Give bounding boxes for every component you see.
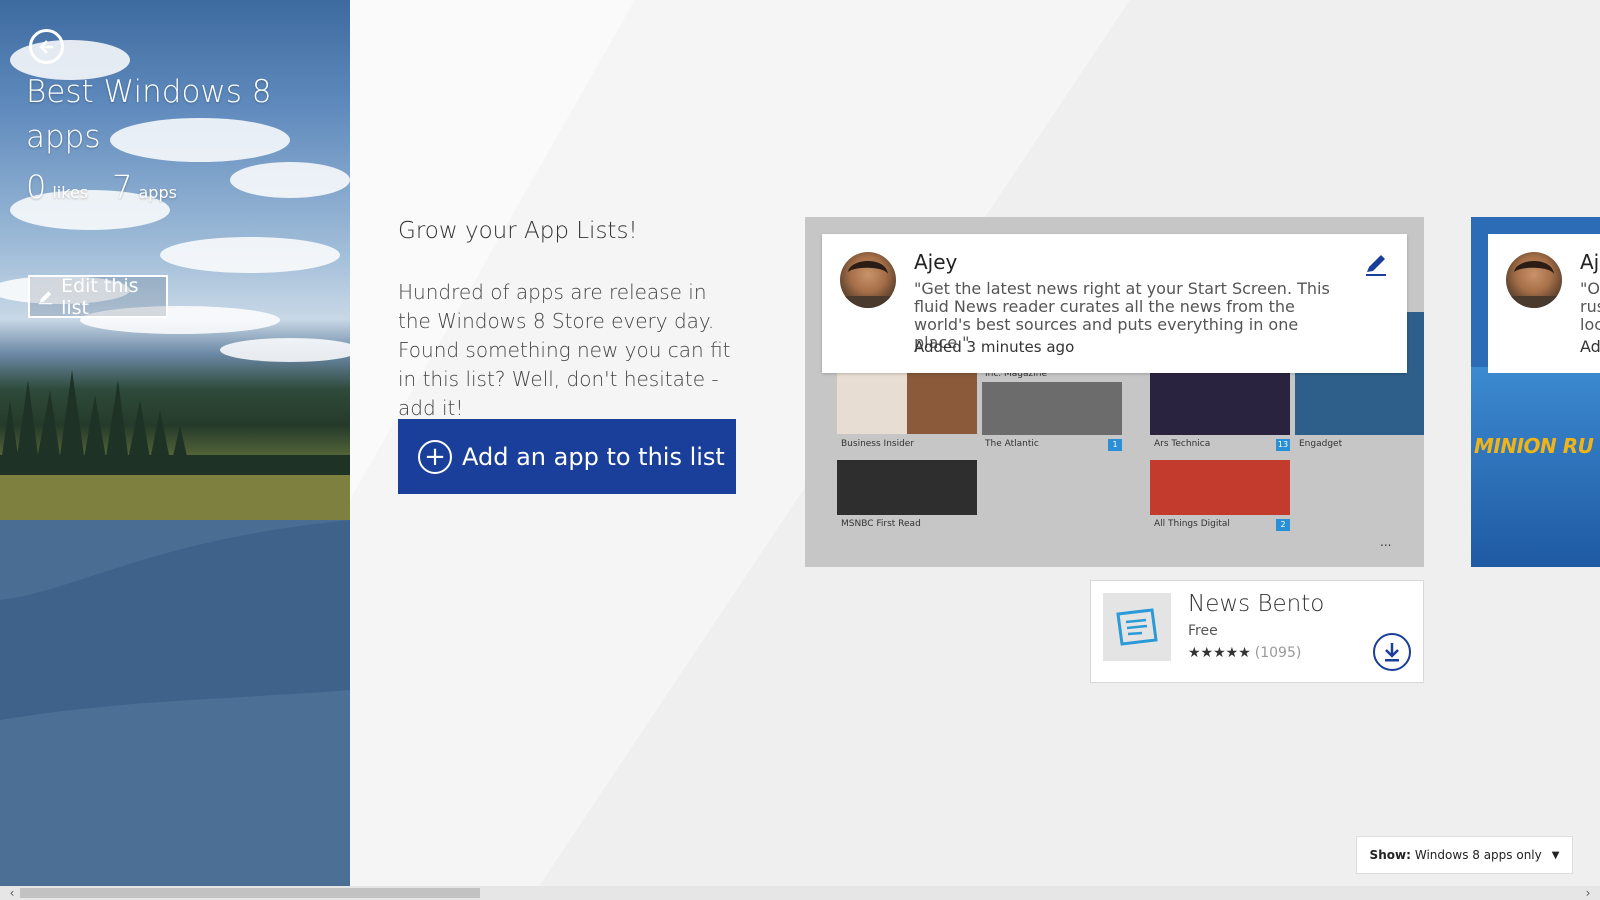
- news-bento-icon: [1103, 593, 1171, 661]
- review-box-2: Aj "O rus loc Ad: [1488, 234, 1600, 373]
- intro-heading: Grow your App Lists!: [398, 218, 638, 244]
- review-line: "O: [1580, 279, 1600, 298]
- tile-label: The Atlantic: [985, 439, 1039, 449]
- app-art-title: MINION RU: [1474, 434, 1594, 458]
- app-rating: ★★★★★ (1095): [1188, 645, 1301, 661]
- pencil-icon: [38, 290, 53, 304]
- tile-msnbc: [837, 460, 977, 515]
- list-title: Best Windows 8 apps: [26, 74, 272, 155]
- tile-badge: 2: [1276, 519, 1290, 531]
- intro-description: Hundred of apps are release in the Windo…: [398, 280, 731, 420]
- app-tile[interactable]: News Bento Free ★★★★★ (1095): [1090, 580, 1424, 683]
- back-button[interactable]: [29, 29, 64, 64]
- review-author: Aj: [1580, 250, 1600, 274]
- review-line: loc: [1580, 315, 1600, 334]
- plus-circle-icon: +: [418, 439, 452, 474]
- tile-business-insider: [837, 372, 977, 434]
- apps-label: apps: [138, 183, 177, 202]
- review-text: "O rus loc Ad: [1580, 280, 1600, 356]
- avatar: [840, 252, 896, 308]
- list-stats: 0 likes 7 apps: [26, 168, 177, 206]
- tile-label: Engadget: [1299, 439, 1343, 449]
- apps-count: 7: [112, 168, 133, 206]
- tile-label: All Things Digital: [1154, 519, 1230, 529]
- app-card[interactable]: Business Insider Inc. Magazine The Atlan…: [805, 217, 1424, 567]
- review-line: Ad: [1580, 337, 1600, 356]
- review-box: Ajey "Get the latest news right at your …: [822, 234, 1407, 373]
- app-card-2[interactable]: MINION RU Aj "O rus loc Ad: [1471, 217, 1600, 567]
- horizontal-scrollbar[interactable]: ‹ ›: [0, 886, 1600, 900]
- app-name: News Bento: [1188, 591, 1325, 617]
- tile-all-things-digital: [1150, 460, 1290, 515]
- likes-label: likes: [52, 183, 89, 202]
- news-bento-logo-icon: [1116, 608, 1158, 646]
- download-icon: [1385, 643, 1399, 662]
- tile-the-atlantic: [982, 382, 1122, 435]
- filter-value: Windows 8 apps only: [1414, 848, 1542, 862]
- edit-list-label: Edit this list: [61, 274, 139, 319]
- review-author: Ajey: [914, 250, 958, 274]
- add-app-button[interactable]: + Add an app to this list: [398, 419, 736, 494]
- back-arrow-icon: [38, 39, 53, 54]
- pencil-icon: [1366, 255, 1386, 276]
- avatar: [1506, 252, 1562, 308]
- filter-label: Show:: [1369, 848, 1411, 862]
- tile-label: Business Insider: [841, 439, 915, 449]
- list-hero-panel: Best Windows 8 apps 0 likes 7 apps Edit th…: [0, 0, 350, 886]
- review-line: rus: [1580, 297, 1600, 316]
- tile-badge: 13: [1276, 439, 1290, 451]
- scroll-right-icon[interactable]: ›: [1580, 886, 1596, 900]
- tile-ars-technica: [1150, 372, 1290, 435]
- scroll-left-icon[interactable]: ‹: [4, 886, 20, 900]
- download-button[interactable]: [1373, 633, 1411, 671]
- user-photo: [1506, 261, 1562, 308]
- app-screenshot-2: [1471, 367, 1600, 567]
- show-filter-dropdown[interactable]: Show: Windows 8 apps only ▼: [1356, 836, 1573, 874]
- app-price: Free: [1188, 623, 1218, 639]
- add-app-label: Add an app to this list: [462, 442, 725, 471]
- apps-stat: 7 apps: [112, 168, 177, 206]
- star-rating: ★★★★★: [1188, 645, 1251, 661]
- caret-down-icon: ▼: [1551, 849, 1560, 861]
- scrollbar-thumb[interactable]: [20, 888, 480, 898]
- tile-label: MSNBC First Read: [841, 519, 921, 529]
- likes-count: 0: [26, 168, 47, 206]
- edit-list-button[interactable]: Edit this list: [28, 274, 168, 319]
- rating-count: (1095): [1254, 645, 1302, 661]
- tile-label: Ars Technica: [1154, 439, 1211, 449]
- user-photo: [840, 261, 896, 308]
- tile-badge: 1: [1108, 439, 1122, 451]
- likes-stat: 0 likes: [26, 168, 88, 206]
- more-ellipsis: ...: [1380, 535, 1392, 549]
- edit-review-button[interactable]: [1363, 252, 1389, 278]
- review-timestamp: Added 3 minutes ago: [914, 338, 1075, 356]
